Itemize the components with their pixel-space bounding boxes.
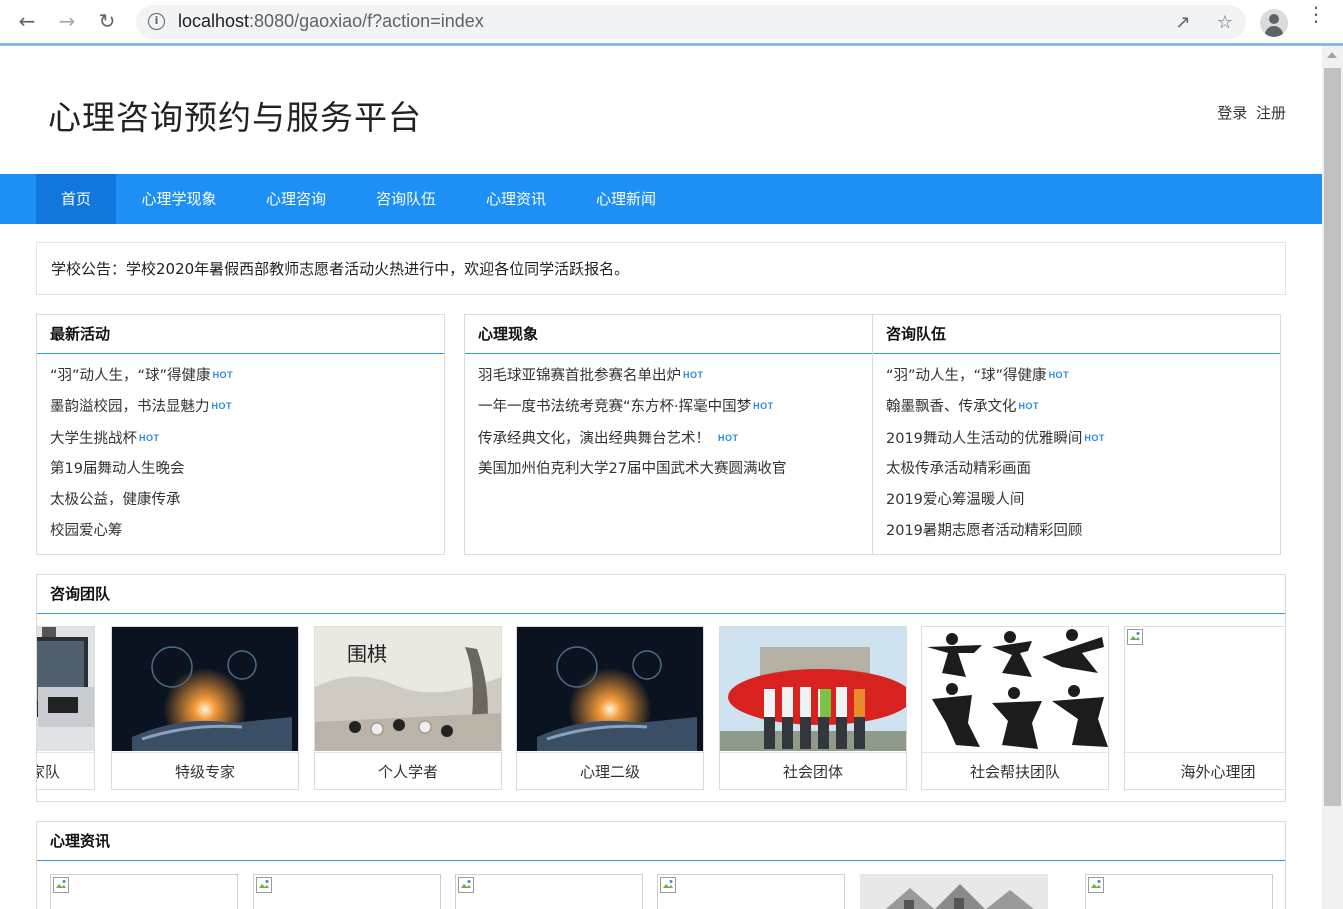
list-item[interactable]: 2019舞动人生活动的优雅瞬间 HOT: [886, 423, 1280, 454]
broken-image-icon: [53, 877, 69, 893]
school-notice: 学校公告：学校2020年暑假西部教师志愿者活动火热进行中，欢迎各位同学活跃报名。: [36, 242, 1286, 295]
site-info-icon[interactable]: i: [148, 13, 165, 30]
news-card[interactable]: [253, 874, 441, 909]
list-item[interactable]: 第19届舞动人生晚会: [50, 454, 444, 485]
nav-item-consulting[interactable]: 心理咨询: [254, 174, 338, 224]
news-card[interactable]: [455, 874, 643, 909]
hot-badge: HOT: [1048, 370, 1070, 380]
scroll-up-arrow-icon[interactable]: [1327, 52, 1337, 58]
team-card[interactable]: 社会团体: [719, 626, 907, 790]
browser-toolbar: ← → ↻ i localhost:8080/gaoxiao/f?action=…: [0, 0, 1343, 46]
forward-arrow-icon[interactable]: →: [54, 8, 80, 34]
list-item[interactable]: 太极传承活动精彩画面: [886, 454, 1280, 485]
main-nav: 首页 心理学现象 心理咨询 咨询队伍 心理资讯 心理新闻: [0, 174, 1322, 224]
list-item[interactable]: 羽毛球亚锦赛首批参赛名单出炉 HOT: [478, 360, 872, 391]
hot-badge: HOT: [683, 370, 704, 380]
broken-image-icon: [1125, 627, 1285, 751]
panel-title: 心理现象: [465, 315, 872, 354]
card-caption: 特级专家: [112, 752, 298, 790]
team-card[interactable]: 家队: [37, 626, 95, 790]
site-title: 心理咨询预约与服务平台: [48, 98, 422, 137]
broken-image-icon: [256, 877, 272, 893]
building-photo-image: [860, 874, 1048, 909]
hot-badge: HOT: [211, 401, 232, 412]
card-caption: 海外心理团: [1125, 752, 1285, 790]
news-card[interactable]: [50, 874, 238, 909]
group-photo-image: [720, 627, 906, 751]
hot-badge: HOT: [718, 432, 739, 443]
team-card[interactable]: 社会帮扶团队: [921, 626, 1109, 790]
news-card[interactable]: [1085, 874, 1273, 909]
bookmark-star-icon[interactable]: ☆: [1214, 12, 1236, 34]
svg-text:围棋: 围棋: [347, 642, 387, 666]
card-caption: 社会帮扶团队: [922, 752, 1108, 790]
site-header: 心理咨询预约与服务平台 登录 注册: [0, 49, 1322, 174]
news-card[interactable]: [657, 874, 845, 909]
nav-item-info[interactable]: 心理资讯: [474, 174, 558, 224]
list-item[interactable]: 一年一度书法统考竞赛“东方杯·挥毫中国梦 HOT: [478, 391, 872, 422]
go-ink-painting-image: 围棋: [315, 627, 501, 751]
nav-item-news[interactable]: 心理新闻: [584, 174, 668, 224]
list-item[interactable]: 校园爱心筹: [50, 516, 444, 547]
auth-links: 登录 注册: [1213, 102, 1286, 123]
team-card[interactable]: 围棋 个人学者: [314, 626, 502, 790]
list-item[interactable]: 2019暑期志愿者活动精彩回顾: [886, 516, 1280, 547]
list-item[interactable]: 2019爱心筹温暖人间: [886, 485, 1280, 516]
scrollbar-thumb[interactable]: [1324, 68, 1341, 806]
login-link[interactable]: 登录: [1217, 104, 1247, 122]
panel-title: 最新活动: [37, 315, 444, 354]
list-item[interactable]: “羽”动人生，“球”得健康 HOT: [886, 360, 1280, 391]
team-card[interactable]: 心理二级: [516, 626, 704, 790]
register-link[interactable]: 注册: [1256, 104, 1286, 122]
hot-badge: HOT: [1018, 401, 1039, 412]
list-item[interactable]: 大学生挑战杯 HOT: [50, 423, 444, 454]
tech-globe-hand-image: [112, 627, 298, 751]
page-scrollbar[interactable]: [1322, 46, 1343, 909]
url-text[interactable]: localhost:8080/gaoxiao/f?action=index: [178, 11, 484, 32]
hot-badge: HOT: [212, 370, 234, 380]
nav-item-phenomena[interactable]: 心理学现象: [126, 174, 232, 224]
panel-title: 咨询队伍: [873, 315, 1280, 354]
team-carousel: 咨询团队 家队: [36, 574, 1286, 802]
hot-badge: HOT: [753, 401, 774, 412]
list-item[interactable]: 墨韵溢校园，书法显魅力 HOT: [50, 391, 444, 422]
nav-item-home[interactable]: 首页: [36, 174, 116, 224]
broken-image-icon: [458, 877, 474, 893]
list-item[interactable]: 传承经典文化，演出经典舞台艺术！ HOT: [478, 423, 872, 454]
share-icon[interactable]: ↗: [1172, 12, 1194, 34]
card-caption: 心理二级: [517, 752, 703, 790]
panel-latest-activities: 最新活动 “羽”动人生，“球”得健康 HOT 墨韵溢校园，书法显魅力 HOT 大学生…: [36, 314, 445, 555]
tech-globe-hand-image: [517, 627, 703, 751]
nav-item-team[interactable]: 咨询队伍: [364, 174, 448, 224]
browser-menu-icon[interactable]: ⋮: [1306, 4, 1326, 36]
martial-arts-silhouettes-image: [922, 627, 1108, 751]
computer-photo: [37, 627, 94, 751]
news-card[interactable]: [860, 874, 1048, 909]
team-card[interactable]: 海外心理团: [1124, 626, 1285, 790]
panel-consulting-team: 咨询队伍 “羽”动人生，“球”得健康 HOT 翰墨飘香、传承文化 HOT 2019舞…: [872, 314, 1281, 555]
page-content: 心理咨询预约与服务平台 登录 注册 首页 心理学现象 心理咨询 咨询队伍 心理资…: [0, 49, 1322, 909]
hot-badge: HOT: [139, 432, 160, 443]
address-bar[interactable]: i localhost:8080/gaoxiao/f?action=index …: [136, 5, 1246, 39]
card-caption: 家队: [37, 752, 94, 790]
panel-psych-phenomena: 心理现象 羽毛球亚锦赛首批参赛名单出炉 HOT 一年一度书法统考竞赛“东方杯·挥毫…: [464, 314, 873, 555]
reload-icon[interactable]: ↻: [94, 8, 120, 34]
card-caption: 社会团体: [720, 752, 906, 790]
broken-image-icon: [1088, 877, 1104, 893]
back-arrow-icon[interactable]: ←: [14, 8, 40, 34]
card-caption: 个人学者: [315, 752, 501, 790]
news-section: 心理资讯: [36, 821, 1286, 909]
list-item[interactable]: 太极公益，健康传承: [50, 485, 444, 516]
news-title: 心理资讯: [37, 822, 1285, 861]
list-item[interactable]: “羽”动人生，“球”得健康 HOT: [50, 360, 444, 391]
list-item[interactable]: 美国加州伯克利大学27届中国武术大赛圆满收官: [478, 454, 872, 485]
list-item[interactable]: 翰墨飘香、传承文化 HOT: [886, 391, 1280, 422]
team-card[interactable]: 特级专家: [111, 626, 299, 790]
profile-avatar-icon[interactable]: [1260, 9, 1288, 37]
broken-image-icon: [660, 877, 676, 893]
team-title: 咨询团队: [37, 575, 1285, 614]
hot-badge: HOT: [1084, 432, 1105, 443]
